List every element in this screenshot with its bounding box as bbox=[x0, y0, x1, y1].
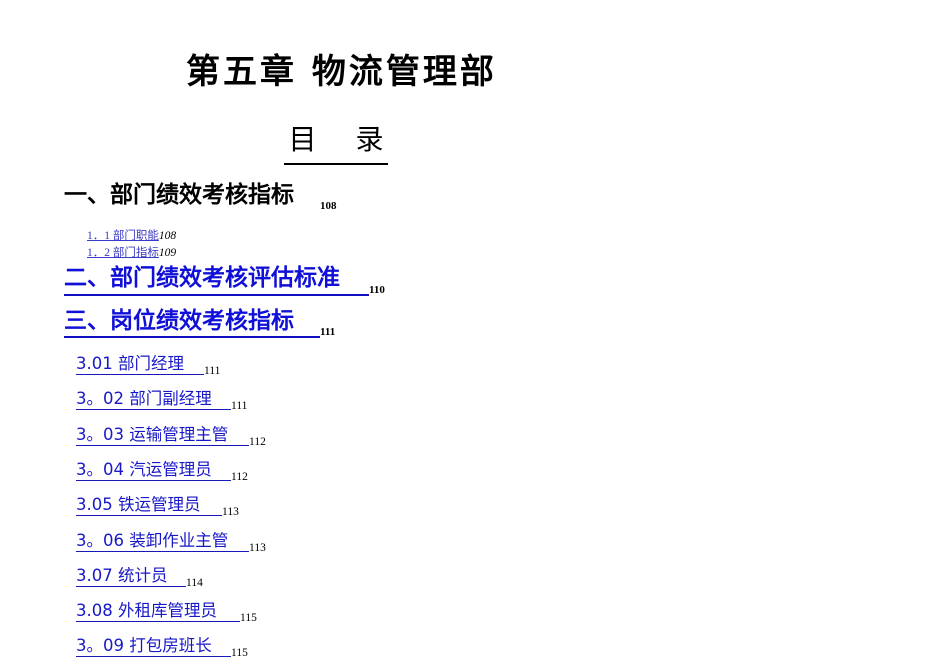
toc-item[interactable]: 3.08 外租库管理员 bbox=[76, 601, 240, 623]
page-number: 110 bbox=[369, 284, 385, 296]
page-number: 114 bbox=[186, 576, 203, 589]
page-number: 112 bbox=[249, 435, 266, 448]
toc-item[interactable]: 3。03 运输管理主管 bbox=[76, 425, 249, 446]
toc-section-3[interactable]: 三、岗位绩效考核指标 bbox=[64, 301, 320, 338]
subsection-link[interactable]: 1．1 部门职能 bbox=[87, 230, 159, 242]
toc-item[interactable]: 3.01 部门经理 bbox=[76, 354, 204, 375]
toc-heading: 目 录 bbox=[284, 118, 388, 165]
document-page: 第五章 物流管理部 目 录 一、部门绩效考核指标 108 1．1 部门职能108… bbox=[0, 0, 950, 672]
page-number: 111 bbox=[320, 326, 336, 338]
page-number: 113 bbox=[222, 506, 239, 519]
toc-subsection[interactable]: 1．1 部门职能108 bbox=[87, 227, 176, 243]
toc-item[interactable]: 3。06 装卸作业主管 bbox=[76, 531, 249, 552]
page-number: 111 bbox=[231, 400, 248, 413]
section-label: 三、岗位绩效考核指标 bbox=[64, 308, 294, 334]
page-number: 115 bbox=[240, 612, 257, 625]
page-number: 115 bbox=[231, 647, 248, 660]
section-label: 二、部门绩效考核评估标准 bbox=[64, 265, 340, 291]
page-number: 111 bbox=[204, 365, 221, 377]
toc-section-2[interactable]: 二、部门绩效考核评估标准 bbox=[64, 258, 369, 296]
page-number: 113 bbox=[249, 541, 266, 554]
page-number: 108 bbox=[320, 200, 337, 212]
page-number: 112 bbox=[231, 470, 248, 483]
toc-item[interactable]: 3。04 汽运管理员 bbox=[76, 460, 231, 481]
page-number: 108 bbox=[158, 230, 177, 242]
toc-item[interactable]: 3.05 铁运管理员 bbox=[76, 495, 222, 517]
toc-item[interactable]: 3。02 部门副经理 bbox=[76, 389, 231, 411]
chapter-title: 第五章 物流管理部 bbox=[186, 52, 497, 92]
toc-section-1[interactable]: 一、部门绩效考核指标 bbox=[64, 175, 294, 209]
toc-item[interactable]: 3.07 统计员 bbox=[76, 566, 186, 587]
section-label: 一、部门绩效考核指标 bbox=[64, 182, 294, 208]
toc-item[interactable]: 3。09 打包房班长 bbox=[76, 636, 231, 658]
